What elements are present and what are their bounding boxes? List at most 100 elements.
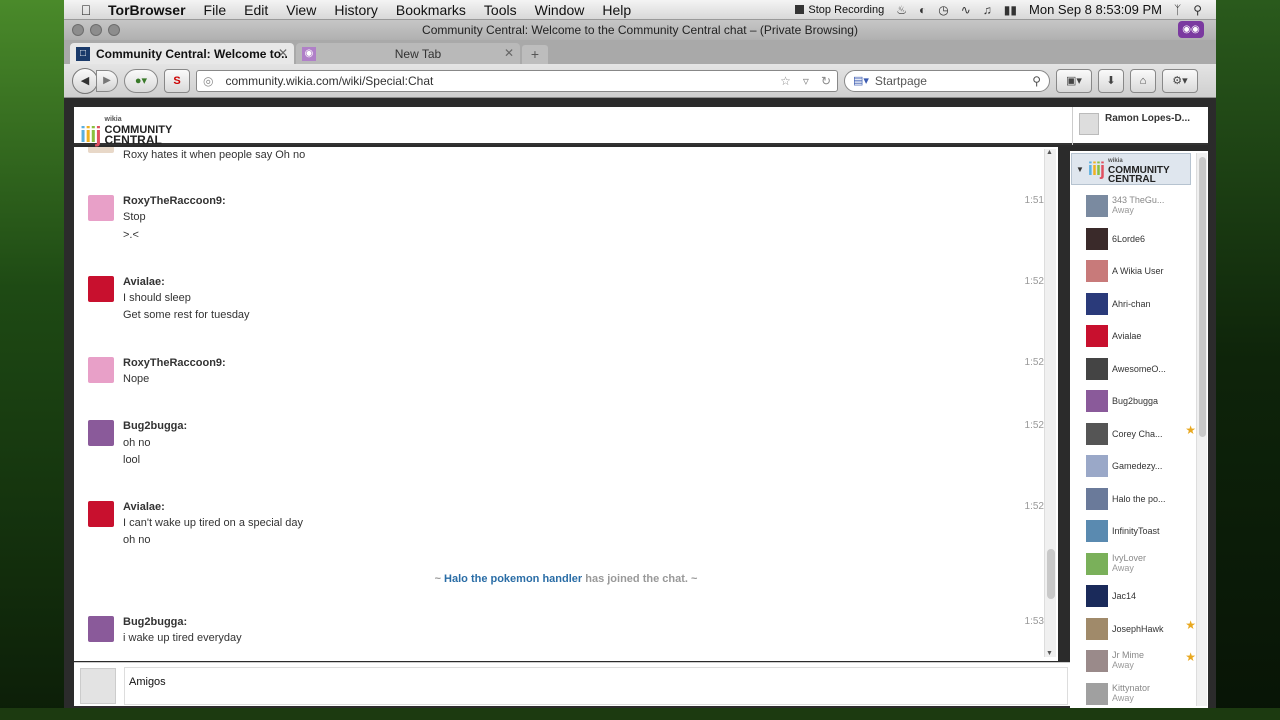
user-away-status: Away bbox=[1112, 205, 1134, 215]
user-list-item[interactable]: AwesomeO... bbox=[1086, 356, 1196, 384]
window-titlebar: Community Central: Welcome to the Commun… bbox=[64, 20, 1216, 40]
chat-messages: Roxy hates it when people say Oh no Roxy… bbox=[74, 147, 1058, 661]
message-avatar[interactable] bbox=[88, 420, 114, 446]
message-author[interactable]: RoxyTheRaccoon9: bbox=[123, 195, 226, 207]
scrollbar-thumb[interactable] bbox=[1047, 549, 1055, 599]
tab-community-central[interactable]: □ Community Central: Welcome to... ✕ bbox=[70, 43, 294, 64]
message-author[interactable]: Bug2bugga: bbox=[123, 420, 187, 432]
user-list-item[interactable]: InfinityToast bbox=[1086, 518, 1196, 546]
user-list-scrollbar[interactable] bbox=[1196, 153, 1207, 706]
zoom-window-button[interactable] bbox=[108, 24, 120, 36]
menu-history[interactable]: History bbox=[334, 2, 378, 18]
menu-bookmarks[interactable]: Bookmarks bbox=[396, 2, 466, 18]
user-list-item[interactable]: JosephHawk ★ bbox=[1086, 616, 1196, 644]
tor-onion-button[interactable]: ●▾ bbox=[124, 68, 158, 93]
user-name: AwesomeO... bbox=[1112, 363, 1166, 374]
downloads-button[interactable]: ⬇ bbox=[1098, 68, 1124, 93]
message-avatar[interactable] bbox=[88, 276, 114, 302]
url-text: community.wikia.com/wiki/Special:Chat bbox=[225, 73, 434, 88]
user-list-item[interactable]: Gamedezy... bbox=[1086, 453, 1196, 481]
scroll-up-icon[interactable]: ▲ bbox=[1046, 149, 1053, 156]
menu-view[interactable]: View bbox=[286, 2, 316, 18]
back-button[interactable]: ◀ bbox=[72, 67, 98, 94]
current-username: Ramon Lopes-D... bbox=[1105, 113, 1191, 124]
menu-window[interactable]: Window bbox=[535, 2, 585, 18]
user-list-item[interactable]: A Wikia User bbox=[1086, 258, 1196, 286]
community-central-logo[interactable]: iiij wikia COMMUNITY CENTRAL bbox=[80, 113, 172, 146]
user-list-item[interactable]: Jr Mime Away ★ bbox=[1086, 648, 1196, 676]
composer-avatar bbox=[80, 668, 116, 704]
spotlight-icon[interactable]: ⚲ bbox=[1193, 3, 1202, 17]
message-author[interactable]: RoxyTheRaccoon9: bbox=[123, 357, 226, 369]
wifi-icon[interactable]: ∿ bbox=[961, 3, 971, 17]
mac-menubar:  TorBrowser File Edit View History Book… bbox=[64, 0, 1216, 20]
search-bar[interactable]: ▤▾ Startpage ⚲ bbox=[844, 69, 1050, 92]
wiki-room-header[interactable]: ▼ iiij wikia COMMUNITY CENTRAL bbox=[1071, 153, 1191, 185]
battery-icon[interactable]: ▮▮ bbox=[1004, 3, 1017, 17]
user-list-item[interactable]: IvyLover Away bbox=[1086, 551, 1196, 579]
user-list-item[interactable]: Corey Cha... ★ bbox=[1086, 421, 1196, 449]
message-avatar[interactable] bbox=[88, 195, 114, 221]
new-tab-button[interactable]: + bbox=[522, 45, 548, 64]
message-avatar[interactable] bbox=[88, 616, 114, 642]
scrollbar-thumb[interactable] bbox=[1199, 157, 1206, 437]
close-window-button[interactable] bbox=[72, 24, 84, 36]
search-icon[interactable]: ⚲ bbox=[1032, 74, 1041, 88]
user-list-item[interactable]: Halo the po... bbox=[1086, 486, 1196, 514]
user-away-status: Away bbox=[1112, 562, 1134, 573]
time-machine-icon[interactable]: ◷ bbox=[938, 3, 948, 17]
menu-file[interactable]: File bbox=[204, 2, 227, 18]
stop-recording-button[interactable]: Stop Recording bbox=[795, 4, 884, 16]
message-line: Get some rest for tuesday bbox=[123, 309, 250, 321]
navigation-toolbar: ◀ ▶ ●▾ S ◎ community.wikia.com/wiki/Spec… bbox=[64, 64, 1216, 98]
tab-close-icon[interactable]: ✕ bbox=[504, 46, 514, 60]
bluetooth-icon[interactable]: ᛉ bbox=[1174, 3, 1181, 17]
search-engine-icon[interactable]: ▤▾ bbox=[853, 74, 869, 87]
menu-help[interactable]: Help bbox=[602, 2, 631, 18]
message-author[interactable]: Bug2bugga: bbox=[123, 616, 187, 628]
message-author[interactable]: Avialae: bbox=[123, 501, 165, 513]
sync-icon[interactable]: ◐ bbox=[919, 3, 926, 17]
current-user[interactable]: Ramon Lopes-D... bbox=[1072, 107, 1208, 145]
bookmark-star-icon[interactable]: ☆ bbox=[780, 74, 791, 88]
apple-menu-icon[interactable]:  bbox=[64, 2, 108, 18]
bell-icon[interactable]: ♨ bbox=[896, 3, 907, 17]
message-input[interactable]: Amigos bbox=[124, 667, 1068, 705]
message-avatar[interactable] bbox=[88, 501, 114, 527]
minimize-window-button[interactable] bbox=[90, 24, 102, 36]
user-list-item[interactable]: Jac14 bbox=[1086, 583, 1196, 611]
user-away-status: Away bbox=[1112, 692, 1134, 703]
user-list-item[interactable]: Avialae bbox=[1086, 323, 1196, 351]
addon-menu-button[interactable]: ⚙▾ bbox=[1162, 68, 1198, 93]
history-dropdown-icon[interactable]: ▿ bbox=[803, 74, 809, 88]
scroll-down-icon[interactable]: ▼ bbox=[1046, 650, 1053, 657]
chat-scrollbar[interactable]: ▲ ▼ bbox=[1044, 149, 1056, 657]
user-list-item[interactable]: Kittynator Away bbox=[1086, 681, 1196, 709]
user-list-item[interactable]: 6Lorde6 bbox=[1086, 226, 1196, 254]
home-button[interactable]: ⌂ bbox=[1130, 68, 1156, 93]
volume-icon[interactable]: ♫ bbox=[983, 3, 992, 17]
address-bar[interactable]: ◎ community.wikia.com/wiki/Special:Chat … bbox=[196, 69, 838, 92]
tab-new-tab[interactable]: ◉ New Tab ✕ bbox=[296, 43, 520, 64]
tab-close-icon[interactable]: ✕ bbox=[278, 46, 288, 60]
menu-tools[interactable]: Tools bbox=[484, 2, 517, 18]
menu-edit[interactable]: Edit bbox=[244, 2, 268, 18]
app-menu[interactable]: TorBrowser bbox=[108, 2, 186, 18]
user-list-item[interactable]: Bug2bugga bbox=[1086, 388, 1196, 416]
bookmarks-menu-button[interactable]: ▣▾ bbox=[1056, 68, 1092, 93]
wikia-logo-icon: iiij bbox=[1087, 158, 1105, 179]
forward-button[interactable]: ▶ bbox=[96, 69, 118, 92]
user-list-item[interactable]: Ahri-chan bbox=[1086, 291, 1196, 319]
clock[interactable]: Mon Sep 8 8:53:09 PM bbox=[1029, 2, 1162, 17]
collapse-triangle-icon[interactable]: ▼ bbox=[1076, 165, 1084, 174]
reload-icon[interactable]: ↻ bbox=[821, 74, 831, 88]
message-author[interactable]: Avialae: bbox=[123, 276, 165, 288]
joined-user-link[interactable]: Halo the pokemon handler bbox=[444, 573, 582, 585]
message-avatar[interactable] bbox=[88, 147, 114, 153]
message-line: I should sleep bbox=[123, 292, 191, 304]
user-avatar bbox=[1086, 292, 1108, 315]
user-avatar bbox=[1086, 520, 1108, 542]
noscript-button[interactable]: S bbox=[164, 68, 190, 93]
message-avatar[interactable] bbox=[88, 357, 114, 383]
user-list-item[interactable]: 343 TheGu... Away bbox=[1086, 193, 1196, 221]
